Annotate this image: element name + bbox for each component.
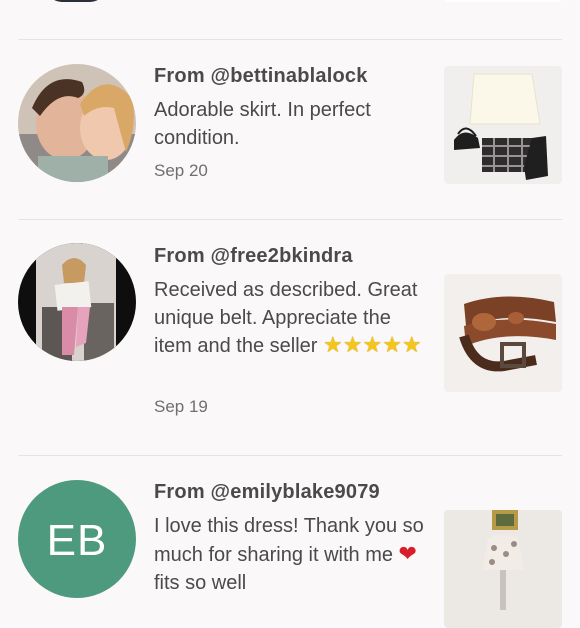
star-rating: ★★★★★ [322, 332, 422, 357]
review-author[interactable]: From @bettinablalock [154, 65, 368, 88]
previous-review-avatar-fragment [46, 0, 106, 2]
listing-thumbnail[interactable] [444, 510, 562, 628]
review-text-body: I love this dress! Thank you so much for… [154, 515, 424, 566]
review-author[interactable]: From @free2bkindra [154, 245, 353, 268]
star-icon: ★ [322, 332, 343, 357]
review-author[interactable]: From @emilyblake9079 [154, 481, 380, 504]
review-text: Received as described. Great unique belt… [154, 276, 424, 360]
star-icon: ★ [401, 332, 422, 357]
avatar-initials: EB [46, 516, 108, 565]
avatar[interactable] [18, 64, 136, 182]
star-icon: ★ [362, 332, 383, 357]
listing-thumbnail[interactable] [444, 274, 562, 392]
listing-thumbnail[interactable] [444, 66, 562, 184]
review-text-body: fits so well [154, 572, 247, 594]
previous-review-thumbnail-fragment [444, 0, 562, 2]
avatar[interactable] [18, 243, 136, 361]
avatar[interactable]: EB [18, 480, 136, 598]
review-date: Sep 20 [154, 161, 208, 180]
review-date: Sep 19 [154, 397, 208, 416]
star-icon: ★ [342, 332, 363, 357]
divider [18, 219, 562, 220]
review-text: Adorable skirt. In perfect condition. [154, 99, 371, 149]
review-text: I love this dress! Thank you so much for… [154, 512, 424, 597]
heart-icon: ❤ [398, 541, 417, 566]
star-icon: ★ [382, 332, 402, 357]
divider [18, 455, 562, 456]
divider [18, 39, 562, 40]
